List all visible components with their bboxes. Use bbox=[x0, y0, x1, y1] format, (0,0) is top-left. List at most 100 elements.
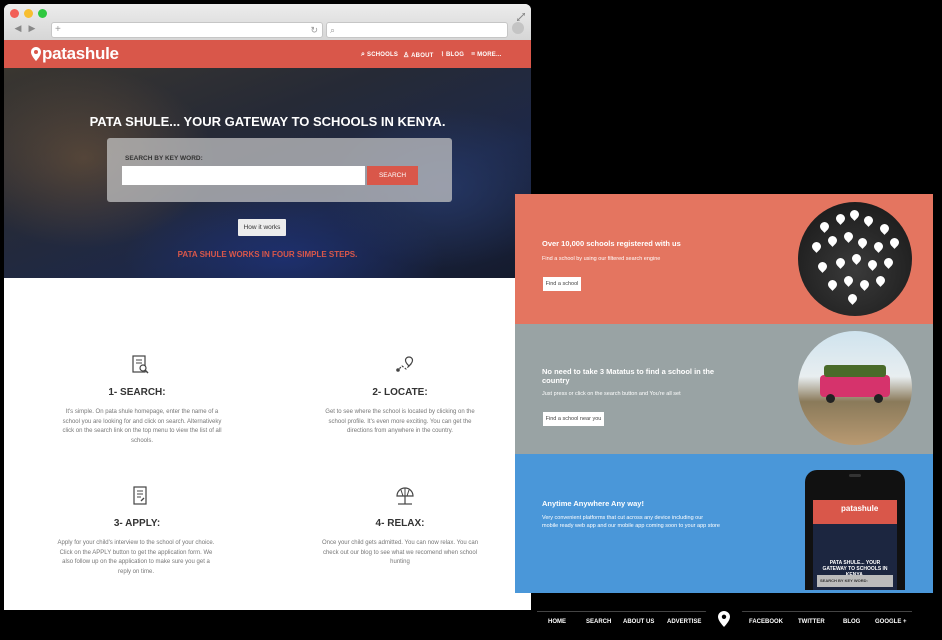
site-header: patashule ⌕ SCHOOLS ♙ ABOUT ⌇ BLOG ≡ MOR… bbox=[4, 40, 531, 68]
bus-wheel bbox=[826, 394, 835, 403]
map-pin-icon bbox=[872, 240, 885, 253]
phone-site-header: patashule bbox=[813, 500, 897, 524]
footer-link-facebook[interactable]: FACEBOOK bbox=[749, 619, 783, 625]
panel-2-description: Just press or click on the search button… bbox=[542, 391, 681, 397]
step-4-description: Once your child gets admitted. You can n… bbox=[321, 540, 479, 566]
application-form-icon bbox=[133, 486, 147, 505]
search-icon: ⌕ bbox=[361, 51, 366, 58]
map-pin-icon bbox=[834, 212, 847, 225]
footer-link-google-plus[interactable]: GOOGLE + bbox=[875, 619, 907, 625]
phone-speaker bbox=[849, 474, 861, 477]
map-pin-icon bbox=[834, 256, 847, 269]
step-1-description: It's simple. On pata shule homepage, ent… bbox=[62, 409, 222, 444]
map-pin-icon bbox=[874, 274, 887, 287]
rss-icon: ⌇ bbox=[441, 52, 445, 58]
no-matatus-panel: No need to take 3 Matatus to find a scho… bbox=[515, 324, 933, 454]
step-3-title: 3- APPLY: bbox=[113, 518, 161, 529]
address-bar[interactable]: + ↻ bbox=[51, 22, 323, 38]
nav-about-label: ABOUT bbox=[411, 53, 434, 59]
reload-icon[interactable]: ↻ bbox=[310, 23, 318, 37]
browser-search-bar[interactable]: ⌕ bbox=[326, 22, 508, 38]
map-pin-icon bbox=[866, 258, 879, 271]
footer-link-search[interactable]: SEARCH bbox=[586, 619, 611, 625]
hero-search-box: SEARCH BY KEY WORD: SEARCH bbox=[107, 138, 452, 202]
phone-search-label: SEARCH BY KEY WORD: bbox=[820, 578, 868, 583]
fullscreen-icon[interactable] bbox=[516, 8, 526, 22]
map-pin-icon bbox=[846, 292, 859, 305]
beach-umbrella-icon bbox=[396, 487, 414, 505]
user-icon: ♙ bbox=[403, 52, 410, 59]
map-pin-icon bbox=[842, 230, 855, 243]
browser-window: ◀ ▶ + ↻ ⌕ patashule ⌕ SCHOOLS ♙ ABOUT ⌇ … bbox=[4, 4, 531, 610]
phone-search-box: SEARCH BY KEY WORD: bbox=[817, 575, 893, 587]
map-pin-icon bbox=[888, 236, 901, 249]
close-window-button[interactable] bbox=[10, 9, 19, 18]
how-it-works-button[interactable]: How it works bbox=[238, 219, 286, 236]
browser-menu-button[interactable] bbox=[512, 22, 524, 34]
footer-link-home[interactable]: HOME bbox=[548, 619, 566, 625]
footer-link-about-us[interactable]: ABOUT US bbox=[623, 619, 654, 625]
nav-more[interactable]: ≡ MORE... bbox=[471, 51, 502, 58]
nav-blog[interactable]: ⌇ BLOG bbox=[441, 51, 464, 58]
step-2-description: Get to see where the school is located b… bbox=[325, 409, 475, 435]
step-2-title: 2- LOCATE: bbox=[372, 387, 428, 398]
panel-3-title: Anytime Anywhere Any way! bbox=[542, 499, 644, 508]
footer-link-blog[interactable]: BLOG bbox=[843, 619, 860, 625]
steps-title: PATA SHULE WORKS IN FOUR SIMPLE STEPS. bbox=[177, 250, 358, 259]
map-pin-icon bbox=[810, 240, 823, 253]
location-pin-icon bbox=[718, 611, 730, 627]
search-icon: ⌕ bbox=[330, 25, 336, 35]
panel-3-description: Very convenient platforms that cut acros… bbox=[542, 515, 720, 529]
map-pin-icon bbox=[826, 278, 839, 291]
back-button[interactable]: ◀ bbox=[12, 23, 24, 34]
map-pin-icon bbox=[850, 252, 863, 265]
footer-logo-circle bbox=[704, 600, 744, 640]
school-map-pins-image bbox=[798, 202, 912, 316]
hero-title: PATA SHULE... YOUR GATEWAY TO SCHOOLS IN… bbox=[89, 114, 446, 129]
map-pin-icon bbox=[816, 260, 829, 273]
find-a-school-button[interactable]: Find a school bbox=[543, 277, 581, 291]
forward-button[interactable]: ▶ bbox=[26, 23, 38, 34]
menu-icon: ≡ bbox=[471, 51, 476, 58]
maximize-window-button[interactable] bbox=[38, 9, 47, 18]
search-button[interactable]: SEARCH bbox=[367, 166, 418, 185]
step-3-description: Apply for your child's interview to the … bbox=[57, 540, 215, 575]
keyword-search-input[interactable] bbox=[122, 166, 365, 185]
find-school-near-you-button[interactable]: Find a school near you bbox=[543, 412, 604, 426]
footer-link-twitter[interactable]: TWITTER bbox=[798, 619, 825, 625]
bus-wheel bbox=[874, 394, 883, 403]
search-label: SEARCH BY KEY WORD: bbox=[125, 155, 203, 162]
map-pin-icon bbox=[878, 222, 891, 235]
map-pin-icon bbox=[882, 256, 895, 269]
step-1-title: 1- SEARCH: bbox=[108, 387, 166, 398]
map-pin-icon bbox=[858, 278, 871, 291]
document-search-icon bbox=[132, 355, 149, 374]
phone-mockup: patashule PATA SHULE... YOUR GATEWAY TO … bbox=[805, 470, 905, 590]
panel-1-description: Find a school by using our filtered sear… bbox=[542, 256, 661, 262]
nav-schools[interactable]: ⌕ SCHOOLS bbox=[361, 51, 398, 59]
phone-logo: patashule bbox=[841, 504, 879, 513]
map-pin-icon bbox=[856, 236, 869, 249]
panel-1-title: Over 10,000 schools registered with us bbox=[542, 239, 681, 248]
map-pin-icon bbox=[826, 234, 839, 247]
site-logo[interactable]: patashule bbox=[42, 44, 119, 64]
nav-about[interactable]: ♙ ABOUT bbox=[403, 51, 433, 59]
map-route-icon bbox=[396, 356, 414, 372]
browser-toolbar: ◀ ▶ + ↻ ⌕ bbox=[4, 4, 531, 41]
nav-more-label: MORE... bbox=[477, 52, 502, 58]
map-pin-icon bbox=[848, 208, 861, 221]
phone-screen: patashule PATA SHULE... YOUR GATEWAY TO … bbox=[813, 500, 897, 590]
matatu-bus-image bbox=[798, 331, 912, 445]
bus-luggage bbox=[824, 365, 886, 377]
minimize-window-button[interactable] bbox=[24, 9, 33, 18]
schools-registered-panel: Over 10,000 schools registered with us F… bbox=[515, 194, 933, 324]
nav-blog-label: BLOG bbox=[446, 52, 465, 58]
new-tab-icon[interactable]: + bbox=[55, 23, 61, 37]
map-pin-icon bbox=[862, 214, 875, 227]
panel-2-title: No need to take 3 Matatus to find a scho… bbox=[542, 367, 715, 385]
nav-schools-label: SCHOOLS bbox=[367, 52, 399, 58]
location-pin-icon bbox=[31, 47, 41, 61]
footer-link-advertise[interactable]: ADVERTISE bbox=[667, 619, 701, 625]
step-4-title: 4- RELAX: bbox=[375, 518, 425, 529]
map-pin-icon bbox=[842, 274, 855, 287]
